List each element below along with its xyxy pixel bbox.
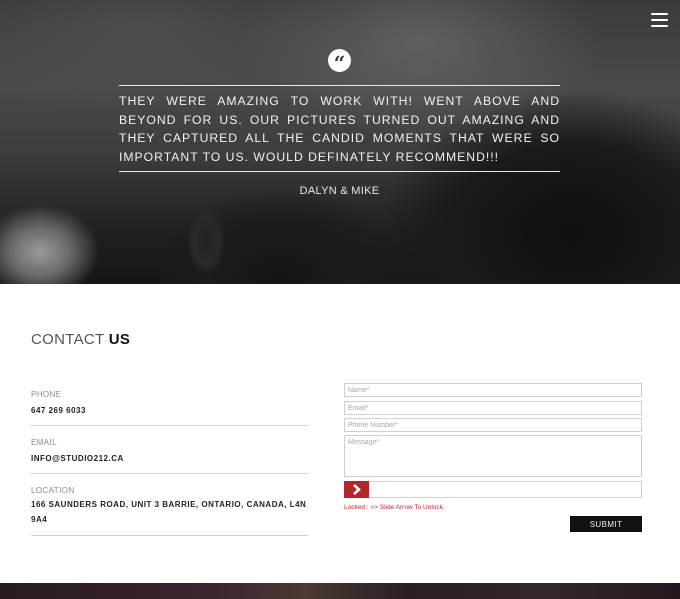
testimonial-hero: “ They were amazing to work with! Went a… xyxy=(0,0,680,284)
quote-bottom-divider xyxy=(119,171,560,172)
location-label: LOCATION xyxy=(31,486,75,495)
phone-value: 647 269 6033 xyxy=(31,406,86,415)
quote-icon: “ xyxy=(328,49,351,75)
testimonial-text: They were amazing to work with! Went abo… xyxy=(119,94,560,165)
email-info: EMAIL INFO@STUDIO212.CA xyxy=(31,438,308,474)
contact-heading-light: CONTACT xyxy=(31,331,105,348)
quote-top-divider xyxy=(119,85,560,86)
unlock-slider-handle[interactable] xyxy=(344,481,369,498)
email-input[interactable] xyxy=(344,401,642,415)
unlock-slider-track[interactable] xyxy=(344,481,642,498)
unlock-status-text: Locked : >> Slide Arrow To Unlock. xyxy=(344,504,445,511)
hamburger-menu-icon[interactable] xyxy=(651,13,668,27)
email-value[interactable]: INFO@STUDIO212.CA xyxy=(31,451,308,466)
submit-button[interactable]: SUBMIT xyxy=(570,516,642,532)
name-input[interactable] xyxy=(344,383,642,397)
chevron-right-icon xyxy=(352,484,361,495)
phone-info: PHONE 647 269 6033 xyxy=(31,390,308,426)
contact-heading-bold: US xyxy=(108,331,131,348)
message-textarea[interactable] xyxy=(344,435,642,477)
email-label: EMAIL xyxy=(31,438,58,447)
location-value: 166 SAUNDERS ROAD, UNIT 3 BARRIE, ONTARI… xyxy=(31,500,307,524)
phone-label: PHONE xyxy=(31,390,62,399)
location-info: LOCATION 166 SAUNDERS ROAD, UNIT 3 BARRI… xyxy=(31,486,308,536)
testimonial-author: Dalyn & Mike xyxy=(299,185,380,197)
contact-heading: CONTACT US xyxy=(31,331,130,348)
phone-input[interactable] xyxy=(344,418,642,432)
footer-image-strip xyxy=(0,583,680,599)
